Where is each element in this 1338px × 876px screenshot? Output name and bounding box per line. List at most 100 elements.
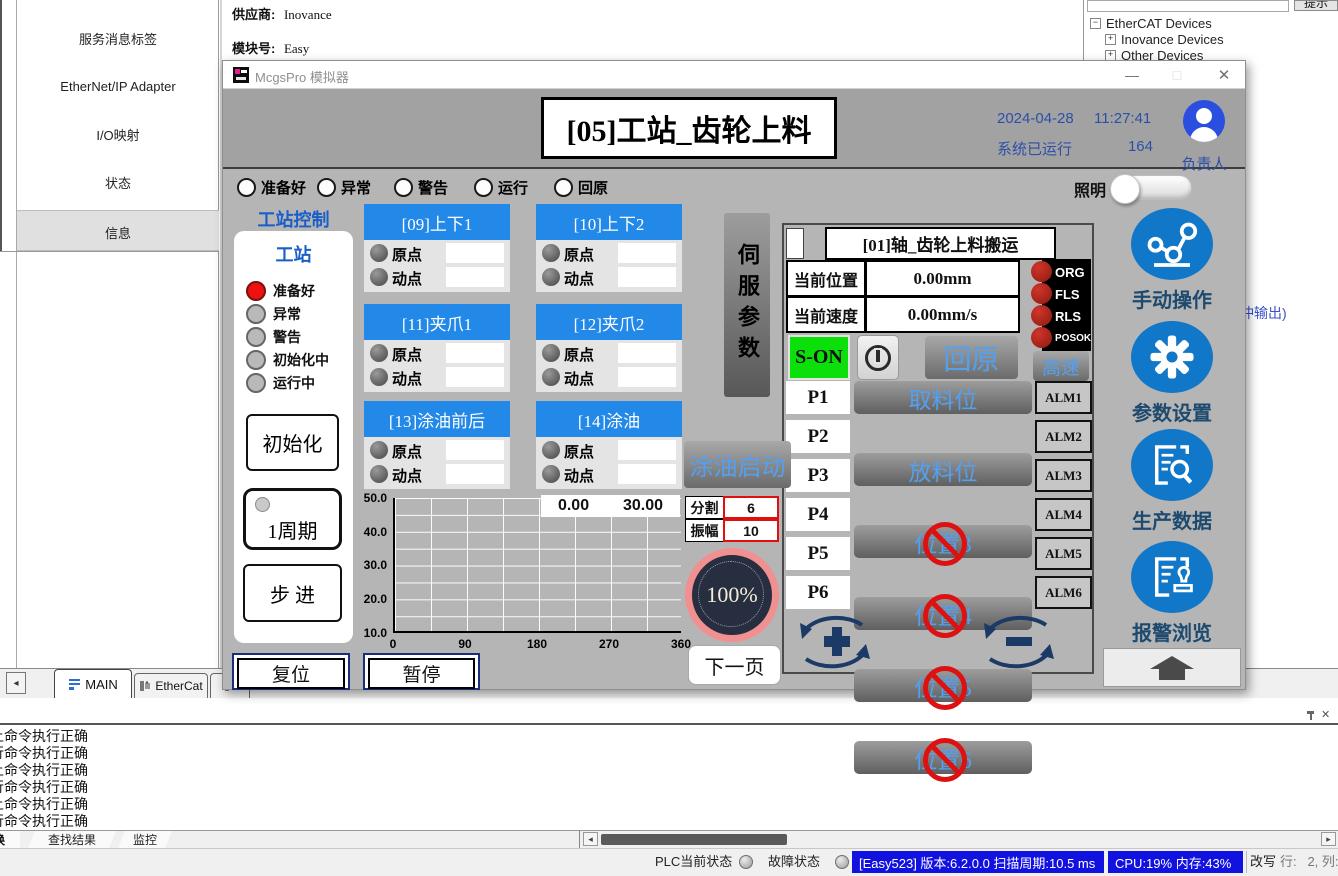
production-data-button[interactable]	[1131, 429, 1213, 501]
tab-search-results[interactable]: 查找结果	[28, 831, 116, 848]
radio-warning[interactable]: 警告	[394, 177, 448, 198]
log-pane: 上命令执行正确 行命令执行正确 上命令执行正确 行命令执行正确 上命令执行正确 …	[0, 723, 1338, 830]
toggle-knob[interactable]	[1110, 174, 1140, 204]
work-value-input[interactable]	[446, 267, 504, 287]
station-12-header: [12]夹爪2	[536, 304, 682, 340]
vendor-row: 供应商: Inovance	[232, 4, 332, 23]
tree-expand-icon[interactable]: +	[1105, 34, 1116, 45]
alm3-indicator[interactable]: ALM3	[1035, 459, 1092, 492]
origin-value-input[interactable]	[618, 343, 676, 363]
tree-root-row[interactable]: − EtherCAT Devices	[1090, 16, 1212, 31]
servo-on-button[interactable]: S-ON	[788, 335, 850, 380]
reset-button[interactable]: 复位	[232, 653, 350, 690]
next-page-button[interactable]: 下一页	[688, 645, 781, 685]
station-14-header: [14]涂油	[536, 401, 682, 437]
sidebar-item-info-active[interactable]: 信息	[17, 210, 219, 251]
pause-button[interactable]: 暂停	[363, 653, 480, 690]
pane-close-icon[interactable]: ✕	[1321, 708, 1330, 721]
tab-main[interactable]: MAIN	[54, 669, 132, 698]
origin-value-input[interactable]	[618, 243, 676, 263]
home-button[interactable]	[1103, 648, 1241, 687]
oil-start-button[interactable]: 涂油启动	[684, 441, 791, 488]
tree-child-row[interactable]: + Inovance Devices	[1105, 32, 1224, 47]
servo-params-button[interactable]: 伺服参数	[724, 213, 770, 397]
minimize-button[interactable]: —	[1119, 65, 1145, 85]
hscroll-right-button[interactable]: ▸	[1321, 832, 1336, 846]
origin-value-input[interactable]	[618, 440, 676, 460]
home-button[interactable]: 回原	[925, 336, 1018, 379]
place-position-button[interactable]: 放料位	[854, 453, 1032, 486]
hint-button-partial[interactable]: 提示	[1294, 0, 1338, 11]
origin-label: 原点	[392, 441, 422, 462]
position5-button[interactable]: 位置5	[854, 669, 1032, 702]
radio-running[interactable]: 运行	[474, 177, 528, 198]
jog-plus-button[interactable]	[792, 613, 876, 671]
hscroll-thumb[interactable]	[601, 834, 787, 845]
prohibited-icon	[923, 738, 967, 782]
fast-speed-button[interactable]: 高速	[1033, 351, 1089, 381]
sidebar-item-service-msg[interactable]: 服务消息标签	[17, 29, 219, 48]
work-value-input[interactable]	[446, 367, 504, 387]
tab-monitor[interactable]: 监控	[118, 831, 172, 848]
sidebar-item-io-map[interactable]: I/O映射	[17, 125, 219, 144]
step-button[interactable]: 步 进	[243, 564, 342, 622]
tab-ethercat[interactable]: EtherCat	[134, 673, 208, 698]
pick-position-button[interactable]: 取料位	[854, 381, 1032, 414]
jog-minus-button[interactable]	[976, 613, 1060, 671]
result-tab-partial[interactable]: 换	[0, 831, 20, 848]
power-button[interactable]	[857, 335, 899, 380]
alm2-indicator[interactable]: ALM2	[1035, 420, 1092, 453]
radio-error[interactable]: 异常	[317, 177, 371, 198]
alarm-browse-button[interactable]	[1131, 541, 1213, 613]
log-line: 上命令执行正确	[0, 796, 1338, 813]
radio-circle[interactable]	[394, 178, 413, 197]
split-label: 分割	[691, 498, 719, 518]
one-cycle-button[interactable]: 1周期	[243, 488, 342, 550]
radio-circle[interactable]	[317, 178, 336, 197]
speed-override-gauge[interactable]: 100%	[685, 548, 779, 642]
window-titlebar[interactable]: McgsPro 模拟器 — □ ✕	[223, 61, 1245, 89]
radio-homing[interactable]: 回原	[554, 177, 608, 198]
error-light	[246, 304, 266, 324]
station-12-body: 原点 动点	[536, 340, 682, 392]
tree-collapse-icon[interactable]: −	[1090, 18, 1101, 29]
overwrite-mode-indicator[interactable]: 改写	[1250, 848, 1276, 876]
radio-ready[interactable]: 准备好	[237, 177, 306, 198]
left-splitter[interactable]	[16, 0, 17, 668]
origin-value-input[interactable]	[446, 243, 504, 263]
tab-scroll-left-button[interactable]: ◂	[6, 672, 26, 694]
param-settings-button[interactable]	[1131, 321, 1213, 393]
work-value-input[interactable]	[618, 267, 676, 287]
manual-operation-button[interactable]	[1131, 208, 1213, 280]
sidebar-item-status[interactable]: 状态	[17, 173, 219, 192]
amp-value-input[interactable]: 10	[723, 519, 779, 542]
maximize-button[interactable]: □	[1164, 65, 1190, 85]
radio-circle[interactable]	[237, 178, 256, 197]
pin-icon[interactable]	[1306, 711, 1315, 721]
work-value-input[interactable]	[618, 464, 676, 484]
split-value-input[interactable]: 6	[723, 496, 779, 519]
origin-value-input[interactable]	[446, 343, 504, 363]
result-tab-partial-label: 换	[0, 831, 20, 848]
alm1-indicator[interactable]: ALM1	[1035, 381, 1092, 414]
cpu-mem-status-box: CPU:19% 内存:43%	[1108, 851, 1243, 873]
work-value-input[interactable]	[446, 464, 504, 484]
user-avatar[interactable]	[1183, 100, 1225, 142]
hscroll-left-button[interactable]: ◂	[583, 832, 598, 846]
work-value-input[interactable]	[618, 367, 676, 387]
origin-value-input[interactable]	[446, 440, 504, 460]
radio-circle[interactable]	[554, 178, 573, 197]
close-button[interactable]: ✕	[1211, 65, 1237, 85]
running-light	[246, 373, 266, 393]
alm6-indicator[interactable]: ALM6	[1035, 576, 1092, 609]
position6-button[interactable]: 位置6	[854, 741, 1032, 774]
position3-button[interactable]: 位置3	[854, 525, 1032, 558]
alm4-indicator[interactable]: ALM4	[1035, 498, 1092, 531]
current-position-value-cell: 0.00mm	[865, 260, 1020, 297]
sidebar-item-ethernetip[interactable]: EtherNet/IP Adapter	[17, 79, 219, 94]
initialize-button[interactable]: 初始化	[246, 414, 339, 471]
alm5-indicator[interactable]: ALM5	[1035, 537, 1092, 570]
radio-circle[interactable]	[474, 178, 493, 197]
lighting-toggle[interactable]	[1110, 175, 1192, 200]
work-label: 动点	[392, 465, 422, 486]
